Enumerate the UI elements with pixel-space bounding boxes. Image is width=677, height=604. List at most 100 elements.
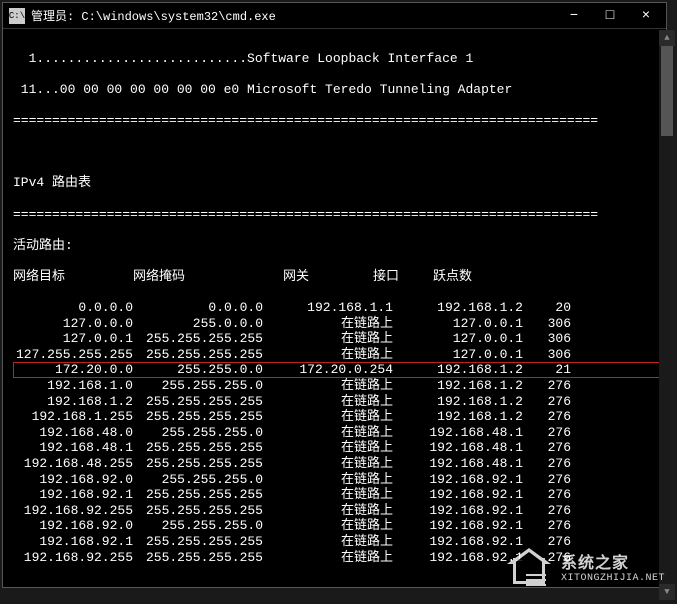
route-dest: 192.168.92.255 [13, 550, 133, 566]
route-row: 192.168.92.255255.255.255.255在链路上192.168… [13, 503, 664, 519]
separator-line: ========================================… [13, 113, 664, 129]
route-gateway: 192.168.1.1 [263, 300, 393, 316]
route-gateway: 172.20.0.254 [263, 362, 393, 378]
route-gateway: 在链路上 [263, 534, 393, 550]
route-interface: 192.168.92.1 [393, 550, 523, 566]
route-interface: 192.168.92.1 [393, 472, 523, 488]
route-metric: 276 [523, 456, 571, 472]
route-dest: 192.168.48.1 [13, 440, 133, 456]
route-row: 127.0.0.0255.0.0.0在链路上127.0.0.1306 [13, 316, 664, 332]
console-output[interactable]: 1...........................Software Loo… [3, 29, 666, 587]
route-row: 192.168.92.255255.255.255.255在链路上192.168… [13, 550, 664, 566]
route-dest: 0.0.0.0 [13, 300, 133, 316]
route-metric: 276 [523, 409, 571, 425]
window-title: 管理员: C:\windows\system32\cmd.exe [31, 7, 564, 24]
route-row: 192.168.1.2255.255.255.255在链路上192.168.1.… [13, 394, 664, 410]
route-dest: 192.168.92.0 [13, 472, 133, 488]
route-gateway: 在链路上 [263, 487, 393, 503]
route-mask: 255.255.255.0 [133, 472, 263, 488]
route-gateway: 在链路上 [263, 331, 393, 347]
route-mask: 255.255.255.255 [133, 503, 263, 519]
route-gateway: 在链路上 [263, 425, 393, 441]
active-routes-label: 活动路由: [13, 238, 664, 254]
route-row: 192.168.48.1255.255.255.255在链路上192.168.4… [13, 440, 664, 456]
header-metric: 跃点数 [433, 269, 483, 285]
route-interface: 127.0.0.1 [393, 347, 523, 363]
route-row: 192.168.92.0255.255.255.0在链路上192.168.92.… [13, 518, 664, 534]
route-interface: 192.168.1.2 [393, 394, 523, 410]
separator-line: ========================================… [13, 207, 664, 223]
route-metric: 20 [523, 300, 571, 316]
route-metric: 276 [523, 394, 571, 410]
route-gateway: 在链路上 [263, 440, 393, 456]
route-gateway: 在链路上 [263, 550, 393, 566]
header-mask: 网络掩码 [133, 269, 203, 285]
maximize-button[interactable]: □ [600, 8, 620, 24]
route-row: 127.0.0.1255.255.255.255在链路上127.0.0.1306 [13, 331, 664, 347]
route-dest: 127.255.255.255 [13, 347, 133, 363]
route-row: 192.168.92.0255.255.255.0在链路上192.168.92.… [13, 472, 664, 488]
route-mask: 255.0.0.0 [133, 316, 263, 332]
route-dest: 127.0.0.1 [13, 331, 133, 347]
scrollbar-thumb[interactable] [661, 46, 673, 136]
route-row: 192.168.1.0255.255.255.0在链路上192.168.1.22… [13, 378, 664, 394]
route-dest: 192.168.1.0 [13, 378, 133, 394]
close-button[interactable]: × [636, 8, 656, 24]
route-mask: 255.255.255.255 [133, 534, 263, 550]
route-metric: 306 [523, 331, 571, 347]
route-row: 0.0.0.00.0.0.0192.168.1.1192.168.1.220 [13, 300, 664, 316]
route-row: 192.168.1.255255.255.255.255在链路上192.168.… [13, 409, 664, 425]
route-metric: 21 [523, 362, 571, 378]
route-mask: 255.255.255.0 [133, 518, 263, 534]
column-headers: 网络目标 网络掩码 网关 接口 跃点数 [13, 269, 664, 285]
route-interface: 192.168.48.1 [393, 425, 523, 441]
route-interface: 127.0.0.1 [393, 331, 523, 347]
header-interface: 接口 [373, 269, 413, 285]
interface-line: 11...00 00 00 00 00 00 00 e0 Microsoft T… [13, 82, 664, 98]
route-interface: 192.168.1.2 [393, 362, 523, 378]
route-gateway: 在链路上 [263, 378, 393, 394]
route-metric: 276 [523, 487, 571, 503]
scroll-down-arrow-icon[interactable]: ▼ [659, 584, 675, 600]
vertical-scrollbar[interactable]: ▲ ▼ [659, 30, 675, 600]
route-dest: 192.168.48.0 [13, 425, 133, 441]
route-mask: 255.255.255.255 [133, 487, 263, 503]
route-dest: 192.168.92.1 [13, 534, 133, 550]
route-metric: 276 [523, 378, 571, 394]
route-dest: 192.168.1.255 [13, 409, 133, 425]
route-metric: 276 [523, 440, 571, 456]
header-gateway: 网关 [283, 269, 323, 285]
route-mask: 255.255.255.255 [133, 456, 263, 472]
route-dest: 192.168.92.0 [13, 518, 133, 534]
route-mask: 255.255.255.0 [133, 378, 263, 394]
route-dest: 172.20.0.0 [13, 362, 133, 378]
route-metric: 276 [523, 550, 571, 566]
route-dest: 127.0.0.0 [13, 316, 133, 332]
route-metric: 276 [523, 534, 571, 550]
route-mask: 255.255.255.255 [133, 440, 263, 456]
route-interface: 192.168.92.1 [393, 518, 523, 534]
route-gateway: 在链路上 [263, 456, 393, 472]
header-dest: 网络目标 [13, 269, 75, 285]
route-interface: 192.168.1.2 [393, 300, 523, 316]
titlebar[interactable]: C:\ 管理员: C:\windows\system32\cmd.exe − □… [3, 3, 666, 29]
route-gateway: 在链路上 [263, 503, 393, 519]
route-mask: 255.255.255.255 [133, 409, 263, 425]
route-gateway: 在链路上 [263, 409, 393, 425]
routes-table: 0.0.0.00.0.0.0192.168.1.1192.168.1.22012… [13, 300, 664, 565]
route-gateway: 在链路上 [263, 394, 393, 410]
scroll-up-arrow-icon[interactable]: ▲ [659, 30, 675, 46]
route-gateway: 在链路上 [263, 347, 393, 363]
route-interface: 192.168.92.1 [393, 503, 523, 519]
route-mask: 255.255.255.255 [133, 331, 263, 347]
route-interface: 192.168.92.1 [393, 487, 523, 503]
route-mask: 255.255.0.0 [133, 362, 263, 378]
scrollbar-track[interactable] [659, 46, 675, 584]
route-interface: 192.168.48.1 [393, 440, 523, 456]
route-interface: 127.0.0.1 [393, 316, 523, 332]
route-row: 192.168.48.0255.255.255.0在链路上192.168.48.… [13, 425, 664, 441]
minimize-button[interactable]: − [564, 8, 584, 24]
route-mask: 255.255.255.255 [133, 394, 263, 410]
route-row: 127.255.255.255255.255.255.255在链路上127.0.… [13, 347, 664, 363]
route-dest: 192.168.92.255 [13, 503, 133, 519]
